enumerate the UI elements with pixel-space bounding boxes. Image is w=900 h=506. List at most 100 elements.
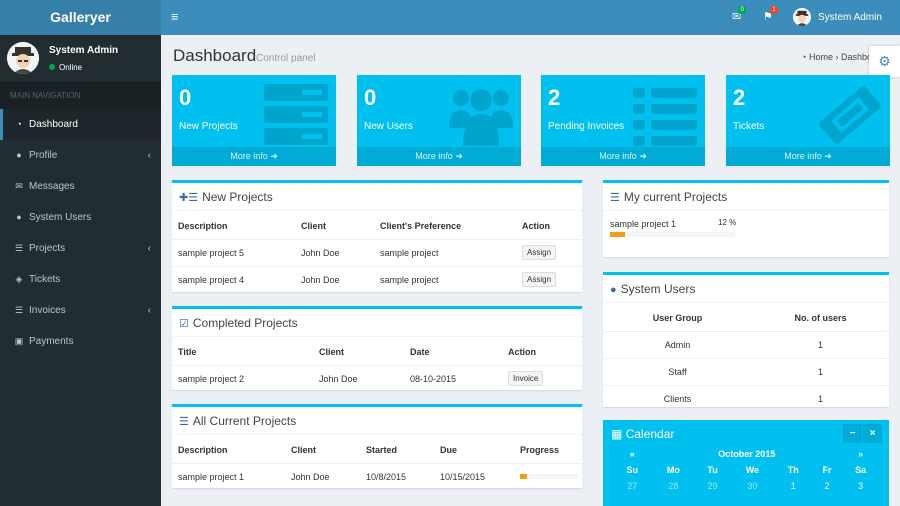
stat-box-pending-invoices: 2 Pending Invoices More info ➜ [541,75,705,166]
assign-button[interactable]: Assign [522,245,557,260]
column-header: Title [178,346,197,357]
calendar-day[interactable]: 3 [842,478,879,494]
list-icon [633,88,697,146]
user-panel: System Admin Online [0,35,161,82]
money-icon: ▣ [14,336,24,346]
cell-preference: sample project [374,265,516,293]
close-button[interactable]: × [863,424,882,443]
progress-bar [520,474,578,480]
calendar-day[interactable]: 1 [775,478,812,494]
minimize-button[interactable]: − [843,424,862,443]
panel-title: ☰ All Current Projects [179,414,297,428]
cell-count: 1 [746,357,889,385]
calendar-day[interactable]: 28 [652,478,696,494]
column-header: Client [301,220,327,231]
top-navbar: ≡ ✉ 0 ⚑ 1 System Admin [161,0,900,35]
panel-title: ☑ Completed Projects [179,316,298,330]
column-header: Started [366,444,398,455]
weekday-label: Fr [822,465,832,475]
calendar-month[interactable]: October 2015 [652,446,843,462]
sidebar-item-messages[interactable]: ✉ Messages [0,171,161,202]
chevron-left-icon: ‹ [147,305,151,316]
my-projects-panel: ☰ My current Projects sample project 1 12… [603,180,889,257]
prev-month-button[interactable]: « [613,446,652,462]
divider [603,210,889,211]
more-info-link[interactable]: More info ➜ [541,147,705,166]
more-info-link[interactable]: More info ➜ [357,147,521,166]
table-row: Clients 1 [603,384,889,412]
column-header: User Group [652,312,703,323]
cell-count: 1 [746,384,889,412]
breadcrumb: ◔ Home › Dashboard [801,52,870,62]
server-icon: ☰ [179,416,189,428]
flag-button[interactable]: ⚑ 1 [763,6,778,23]
sidebar-item-projects[interactable]: ☰ Projects ‹ [0,233,161,264]
stat-label: New Projects [179,121,238,132]
divider [172,336,582,337]
cell-due: 10/15/2015 [434,462,514,490]
cell-date: 08-10-2015 [404,364,502,392]
user-avatar [7,42,39,74]
column-header: Progress [520,444,560,455]
column-header: Description [178,220,228,231]
calendar-day[interactable]: 27 [613,478,652,494]
online-dot-icon [49,64,55,70]
calendar-grid: « October 2015 » Su Mo Tu We Th Fr Sa 27… [613,446,879,494]
sidebar-item-profile[interactable]: ● Profile ‹ [0,140,161,171]
more-info-link[interactable]: More info ➜ [172,147,336,166]
invoice-button[interactable]: Invoice [508,371,544,387]
panel-title: ▦ Calendar [611,427,675,441]
next-month-button[interactable]: » [842,446,879,462]
column-header: No. of users [794,312,847,323]
calendar-icon: ▦ [611,427,623,441]
gear-icon: ⚙ [878,53,891,69]
stat-number: 2 [548,85,561,110]
table-row: sample project 1 John Doe 10/8/2015 10/1… [172,462,582,490]
divider [172,210,582,211]
column-header: Action [508,346,536,357]
server-icon: ☰ [610,192,620,204]
dashboard-icon: ◔ [16,119,22,129]
weekday-label: We [745,465,760,475]
stat-number: 2 [733,85,746,110]
sidebar-item-dashboard[interactable]: ◔ Dashboard [0,109,161,140]
users-icon: ● [16,212,22,222]
mail-button[interactable]: ✉ 0 [732,6,747,23]
ticket-icon: ◈ [15,274,23,284]
calendar-day[interactable]: 2 [812,478,842,494]
cell-count: 1 [746,330,889,358]
assign-button[interactable]: Assign [522,272,557,288]
cell-group: Clients [603,384,746,412]
more-info-link[interactable]: More info ➜ [726,147,890,166]
app-logo[interactable]: Galleryer [0,0,161,35]
check-square-icon: ☑ [179,318,189,330]
new-projects-table: Description Client Client's Preference A… [172,213,582,293]
table-row: sample project 4 John Doe sample project… [172,265,582,293]
sidebar-toggle-icon[interactable]: ≡ [171,9,183,25]
cell-preference: sample project [374,238,516,266]
ticket-icon [819,86,881,144]
stat-box-tickets: 2 Tickets More info ➜ [726,75,890,166]
calendar-day[interactable]: 29 [695,478,730,494]
table-row: Staff 1 [603,357,889,385]
users-icon [449,89,513,146]
sidebar-item-payments[interactable]: ▣ Payments [0,326,161,357]
sidebar-item-invoices[interactable]: ☰ Invoices ‹ [0,295,161,326]
column-header: Date [410,346,430,357]
completed-projects-panel: ☑ Completed Projects Title Client Date Ac… [172,306,582,392]
page-subtitle: Control panel [256,53,316,64]
user-name: System Admin [49,45,119,56]
stat-label: Tickets [733,121,765,132]
calendar-day[interactable]: 30 [730,478,775,494]
table-row: sample project 5 John Doe sample project… [172,238,582,266]
breadcrumb-current: Dashboard [840,52,870,62]
settings-gear-button[interactable]: ⚙ [869,46,900,77]
calendar-panel: ▦ Calendar − × « October 2015 » Su Mo Tu… [603,420,889,506]
cell-group: Admin [603,330,746,358]
sidebar-item-system-users[interactable]: ● System Users [0,202,161,233]
sidebar-item-tickets[interactable]: ◈ Tickets [0,264,161,295]
weekday-row: Su Mo Tu We Th Fr Sa [613,462,879,478]
cell-description: sample project 1 [172,462,285,490]
table-header-row: Description Client Client's Preference A… [172,213,582,239]
breadcrumb-home[interactable]: Home [809,52,833,62]
